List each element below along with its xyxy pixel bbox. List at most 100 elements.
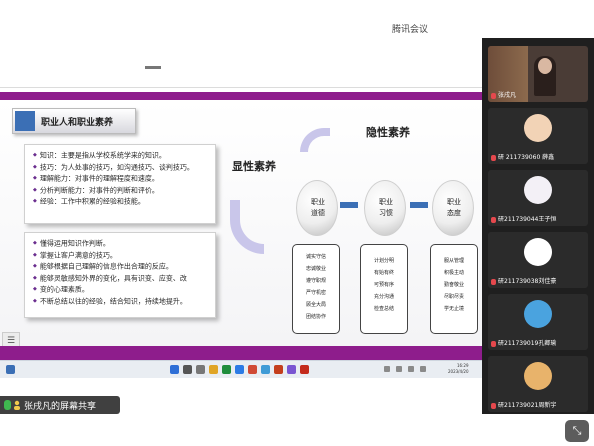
sphere-text: 职业	[379, 198, 393, 206]
screen-share-indicator: 张戌凡的屏幕共享	[0, 396, 120, 414]
shared-screen[interactable]: 职业人和职业素养 知识：主要是指从学校系统学来的知识。 技巧：为人处事的技巧，如…	[0, 38, 482, 396]
curved-arrow-icon	[300, 128, 330, 152]
slide-bottom-bar	[0, 346, 482, 360]
card-line: 懂得运用知识作判断。	[25, 238, 215, 250]
card-line: 能够灵敏感知外界的变化，具有识变、应变、改	[25, 273, 215, 285]
slide-top-bar	[0, 92, 482, 100]
card-line: 不断总结以往的经验，结合知识，持续地提升。	[25, 296, 215, 308]
habits-item: 有始有终	[373, 270, 394, 276]
participant-tile[interactable]: 张戌凡	[488, 46, 588, 102]
card-line: 变的心理素质。	[25, 284, 215, 296]
powerpoint-icon[interactable]	[274, 365, 283, 374]
volume-icon[interactable]	[408, 366, 414, 372]
file-explorer-icon[interactable]	[209, 365, 218, 374]
microphone-off-icon	[491, 154, 496, 161]
ethics-item: 团结协作	[305, 314, 326, 320]
sphere-text: 职业	[311, 198, 325, 206]
search-icon[interactable]	[183, 365, 192, 374]
microphone-icon	[491, 92, 496, 99]
curved-arrow-icon	[230, 200, 264, 254]
attitude-item: 学无止境	[443, 306, 464, 312]
presentation-slide[interactable]: 职业人和职业素养 知识：主要是指从学校系统学来的知识。 技巧：为人处事的技巧，如…	[0, 92, 482, 360]
battery-icon[interactable]	[420, 366, 426, 372]
tray-chevron-icon[interactable]	[384, 366, 390, 372]
meeting-title: 腾讯会议	[392, 25, 429, 35]
participant-name: 研211739044王子恒	[491, 214, 556, 223]
double-arrow-icon	[340, 202, 358, 208]
wechat-icon[interactable]	[222, 365, 231, 374]
taskbar-clock[interactable]: 16:29 2023/4/20	[448, 363, 469, 375]
participant-tile[interactable]: 研211739021周新宇	[488, 356, 588, 412]
toolbar-indicator	[145, 66, 161, 69]
task-view-icon[interactable]	[196, 365, 205, 374]
participant-tile[interactable]: 研211739019孔卿瑜	[488, 294, 588, 350]
habits-item: 检查总结	[373, 306, 394, 312]
participant-name: 研211739019孔卿瑜	[491, 338, 556, 347]
implicit-quality-label: 隐性素养	[366, 126, 410, 139]
browser-icon[interactable]	[235, 365, 244, 374]
participant-name-text: 研211739021周新宇	[498, 402, 557, 409]
participant-name-text: 研 211739060 薛鑫	[498, 154, 555, 161]
app-icon[interactable]	[287, 365, 296, 374]
ethics-item: 诚实守信	[305, 254, 326, 260]
slide-section-title: 职业人和职业素养	[12, 108, 136, 134]
avatar	[524, 114, 552, 142]
avatar	[524, 238, 552, 266]
microphone-off-icon	[491, 402, 496, 409]
attitude-item: 勤奋敬业	[443, 282, 464, 288]
meeting-title-bar: 腾讯会议	[0, 0, 594, 38]
card-line: 技巧：为人处事的技巧，如沟通技巧、谈判技巧。	[25, 162, 215, 174]
attitude-item: 尽职尽责	[443, 294, 464, 300]
slide-body: 职业人和职业素养 知识：主要是指从学校系统学来的知识。 技巧：为人处事的技巧，如…	[0, 100, 482, 350]
sphere-text: 道德	[311, 209, 325, 217]
bottom-strip	[0, 414, 594, 446]
meeting-app-icon[interactable]	[261, 365, 270, 374]
start-icon[interactable]	[170, 365, 179, 374]
sphere-text: 职业	[447, 198, 461, 206]
card-line: 掌握让客户满意的技巧。	[25, 250, 215, 262]
presenter-icon	[14, 400, 20, 410]
sphere-professional-attitude: 职业 态度	[432, 180, 474, 236]
avatar	[524, 362, 552, 390]
habits-item: 充分沟通	[373, 294, 394, 300]
windows-taskbar: 16:29 2023/4/20	[0, 360, 482, 378]
attitude-item: 服从管理	[443, 258, 464, 264]
participant-name-text: 研211739038刘佳豪	[498, 278, 557, 285]
sphere-text: 态度	[447, 209, 461, 217]
clock-date: 2023/4/20	[448, 369, 469, 374]
sphere-professional-ethics: 职业 道德	[296, 180, 338, 236]
network-icon[interactable]	[396, 366, 402, 372]
expand-icon[interactable]: ⤡	[565, 420, 589, 442]
habits-items-box: 计划分明 有始有终 可预有序 充分沟通 检查总结	[360, 244, 408, 334]
participant-name-text: 张戌凡	[498, 92, 517, 99]
participant-tile[interactable]: 研211739044王子恒	[488, 170, 588, 226]
participant-tile[interactable]: 研 211739060 薛鑫	[488, 108, 588, 164]
participant-name: 张戌凡	[491, 90, 516, 99]
knowledge-card: 知识：主要是指从学校系统学来的知识。 技巧：为人处事的技巧，如沟通技巧、谈判技巧…	[24, 144, 216, 224]
ethics-items-box: 诚实守信 忠诚敬业 遵守职规 严守机密 顾全大局 团结协作	[292, 244, 340, 334]
participant-name: 研211739038刘佳豪	[491, 276, 556, 285]
card-line: 经验：工作中积累的经验和技能。	[25, 196, 215, 208]
avatar	[524, 300, 552, 328]
section-title-text: 职业人和职业素养	[41, 118, 114, 128]
card-line: 能够根据自己理解的信息作出合理的反应。	[25, 261, 215, 273]
microphone-off-icon	[491, 340, 496, 347]
app-icon[interactable]	[300, 365, 309, 374]
ethics-item: 严守机密	[305, 290, 326, 296]
presentation-toolbar	[0, 38, 482, 88]
participant-name: 研211739021周新宇	[491, 400, 556, 409]
ethics-item: 遵守职规	[305, 278, 326, 284]
app-icon[interactable]	[248, 365, 257, 374]
ethics-item: 忠诚敬业	[305, 266, 326, 272]
avatar	[524, 176, 552, 204]
card-line: 知识：主要是指从学校系统学来的知识。	[25, 150, 215, 162]
share-indicator-label: 张戌凡的屏幕共享	[24, 402, 97, 412]
participant-name-text: 研211739019孔卿瑜	[498, 340, 557, 347]
attitude-items-box: 服从管理 积极主动 勤奋敬业 尽职尽责 学无止境	[430, 244, 478, 334]
habits-item: 计划分明	[373, 258, 394, 264]
card-line: 分析判断能力：对事件的判断和评价。	[25, 185, 215, 197]
participant-tile[interactable]: 研211739038刘佳豪	[488, 232, 588, 288]
sphere-text: 习惯	[379, 209, 393, 217]
microphone-off-icon	[491, 216, 496, 223]
widgets-icon[interactable]	[6, 365, 15, 374]
